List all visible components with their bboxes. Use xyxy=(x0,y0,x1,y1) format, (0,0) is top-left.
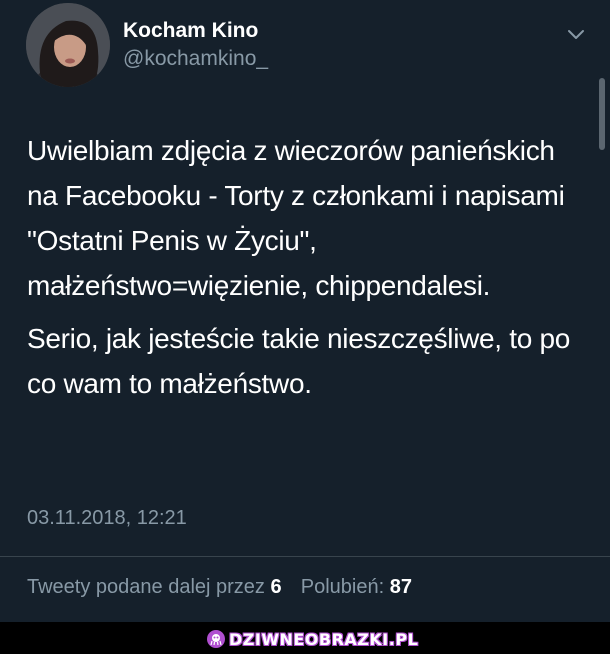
tweet-text: Uwielbiam zdjęcia z wieczorów panieńskic… xyxy=(27,128,592,406)
watermark-bar: DZIWNEOBRAZKI.PL xyxy=(0,622,610,654)
tweet-timestamp[interactable]: 03.11.2018, 12:21 xyxy=(27,507,187,530)
tweet-stats: Tweety podane dalej przez 6 Polubień: 87 xyxy=(27,576,412,599)
watermark-text: DZIWNEOBRAZKI.PL xyxy=(229,629,419,649)
scrollbar[interactable] xyxy=(599,78,605,150)
likes-count[interactable]: 87 xyxy=(390,576,412,598)
avatar[interactable] xyxy=(26,3,110,87)
octopus-icon xyxy=(207,630,225,648)
divider xyxy=(0,556,610,557)
tweet-paragraph: Serio, jak jesteście takie nieszczęśliwe… xyxy=(27,323,571,399)
retweets-count[interactable]: 6 xyxy=(271,576,282,598)
author-display-name[interactable]: Kocham Kino xyxy=(123,19,258,43)
retweets-label[interactable]: Tweety podane dalej przez xyxy=(27,576,265,598)
profile-photo-icon xyxy=(26,3,110,87)
watermark: DZIWNEOBRAZKI.PL xyxy=(207,629,418,649)
likes-label[interactable]: Polubień: xyxy=(301,576,384,598)
tweet-card: Kocham Kino @kochamkino_ Uwielbiam zdjęc… xyxy=(0,0,610,622)
tweet-paragraph: Uwielbiam zdjęcia z wieczorów panieńskic… xyxy=(27,135,565,301)
author-handle[interactable]: @kochamkino_ xyxy=(123,47,268,71)
chevron-down-icon[interactable] xyxy=(566,28,586,42)
